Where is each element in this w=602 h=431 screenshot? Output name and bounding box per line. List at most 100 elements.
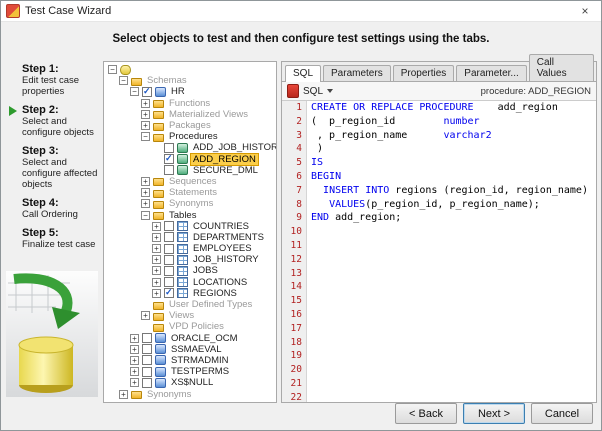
line-number: 7 (282, 183, 307, 198)
tree-item[interactable]: + SSMAEVAL (104, 344, 276, 355)
step-label: Step 5: (22, 227, 59, 239)
tree-item[interactable]: + LOCATIONS (104, 277, 276, 288)
tree-item-label: DEPARTMENTS (193, 231, 264, 243)
tree-item[interactable]: User Defined Types (104, 299, 276, 310)
tab-parameters[interactable]: Parameters (323, 65, 391, 81)
tree-item[interactable]: VPD Policies (104, 321, 276, 332)
checkbox[interactable] (164, 142, 174, 153)
sql-plain-text (311, 199, 329, 210)
line-number: 11 (282, 238, 307, 253)
tree-item[interactable]: + XS$NULL (104, 377, 276, 388)
tab-call-values[interactable]: Call Values (528, 54, 594, 81)
tree-item[interactable]: + Statements (104, 187, 276, 198)
checkbox[interactable] (142, 355, 152, 366)
collapse-icon[interactable]: − (141, 132, 150, 142)
expand-icon[interactable]: + (130, 355, 139, 365)
tree-item[interactable]: + ORACLE_OCM (104, 333, 276, 344)
sql-code-editor[interactable]: 1 CREATE OR REPLACE PROCEDURE add_region 2… (282, 101, 596, 402)
expand-icon[interactable]: + (152, 255, 161, 265)
tree-item[interactable]: − HR (104, 86, 276, 97)
tree-item[interactable]: SECURE_DML (104, 165, 276, 176)
expand-icon[interactable]: + (130, 367, 139, 377)
expand-icon[interactable]: + (141, 98, 150, 108)
tree-item[interactable]: ADD_REGION (104, 152, 276, 166)
checkbox[interactable] (142, 86, 152, 97)
tree-item[interactable]: − (104, 64, 276, 75)
expand-icon[interactable]: + (152, 266, 161, 276)
checkbox[interactable] (142, 333, 152, 344)
tree-item[interactable]: + Sequences (104, 176, 276, 187)
step-item: Step 2: Select and configure objects (9, 104, 103, 138)
table-icon (177, 221, 188, 232)
step-description: Select and configure affected objects (22, 157, 98, 190)
expand-icon[interactable]: + (141, 176, 150, 186)
tree-item[interactable]: − Tables (104, 209, 276, 221)
checkbox[interactable] (164, 277, 174, 288)
expand-icon[interactable]: + (141, 311, 150, 321)
checkbox[interactable] (164, 221, 174, 232)
tree-item[interactable]: + EMPLOYEES (104, 243, 276, 254)
sql-dropdown-label: SQL (303, 85, 324, 97)
collapse-icon[interactable]: − (119, 76, 128, 86)
tree-item[interactable]: + DEPARTMENTS (104, 232, 276, 243)
expand-icon[interactable]: + (152, 221, 161, 231)
tree-item[interactable]: + JOB_HISTORY (104, 254, 276, 265)
close-button[interactable]: × (569, 1, 601, 21)
expand-icon[interactable]: + (141, 109, 150, 119)
tree-item[interactable]: + REGIONS (104, 287, 276, 299)
expand-icon[interactable]: + (130, 333, 139, 343)
tree-item[interactable]: − Procedures (104, 131, 276, 142)
tree-item[interactable]: + STRMADMIN (104, 355, 276, 366)
sql-dropdown[interactable]: SQL (303, 85, 334, 97)
tree-item[interactable]: + Synonyms (104, 198, 276, 209)
code-line: 20 (282, 363, 596, 377)
checkbox[interactable] (164, 287, 174, 299)
expand-icon[interactable]: + (152, 277, 161, 287)
back-button[interactable]: < Back (395, 403, 457, 424)
checkbox[interactable] (142, 377, 152, 388)
collapse-icon[interactable]: − (130, 87, 139, 97)
checkbox[interactable] (164, 254, 174, 265)
step-item: Step 4: Call Ordering (9, 197, 103, 220)
expand-icon[interactable]: + (141, 121, 150, 131)
collapse-icon[interactable]: − (108, 65, 117, 75)
expand-icon[interactable]: + (141, 199, 150, 209)
tree-item[interactable]: − Schemas (104, 75, 276, 86)
expand-icon[interactable]: + (152, 244, 161, 254)
code-line: 3 , p_region_name varchar2 (282, 128, 596, 143)
tree-item[interactable]: + COUNTRIES (104, 221, 276, 232)
cancel-button[interactable]: Cancel (531, 403, 593, 424)
tree-item[interactable]: + Materialized Views (104, 109, 276, 120)
expand-icon[interactable]: + (119, 389, 128, 399)
tree-item[interactable]: + TESTPERMS (104, 366, 276, 377)
code-text: INSERT INTO regions (region_id, region_n… (307, 184, 588, 198)
tree-item[interactable]: + Views (104, 310, 276, 321)
checkbox[interactable] (164, 265, 174, 276)
checkbox[interactable] (142, 344, 152, 355)
expand-icon[interactable]: + (130, 378, 139, 388)
step-label: Step 3: (22, 145, 59, 157)
expand-icon[interactable]: + (141, 188, 150, 198)
checkbox[interactable] (164, 165, 174, 176)
tree-item[interactable]: + Functions (104, 98, 276, 109)
checkbox[interactable] (164, 243, 174, 254)
tree-item-label: JOBS (193, 265, 218, 277)
checkbox[interactable] (142, 366, 152, 377)
expand-icon[interactable]: + (152, 288, 161, 298)
checkbox[interactable] (164, 232, 174, 243)
schema-icon (155, 333, 166, 344)
tree-item[interactable]: ADD_JOB_HISTORY (104, 142, 276, 153)
tab-properties[interactable]: Properties (392, 65, 455, 81)
tab-sql[interactable]: SQL (285, 65, 322, 82)
tab-parameter[interactable]: Parameter... (456, 65, 527, 81)
tree-item[interactable]: + Packages (104, 120, 276, 131)
next-button[interactable]: Next > (463, 403, 525, 424)
step-item: Step 1: Edit test case properties (9, 63, 103, 97)
tree-item[interactable]: + Synonyms (104, 388, 276, 400)
checkbox[interactable] (164, 153, 174, 165)
expand-icon[interactable]: + (130, 344, 139, 354)
expand-icon[interactable]: + (152, 232, 161, 242)
tree-item[interactable]: + JOBS (104, 265, 276, 276)
collapse-icon[interactable]: − (141, 210, 150, 220)
